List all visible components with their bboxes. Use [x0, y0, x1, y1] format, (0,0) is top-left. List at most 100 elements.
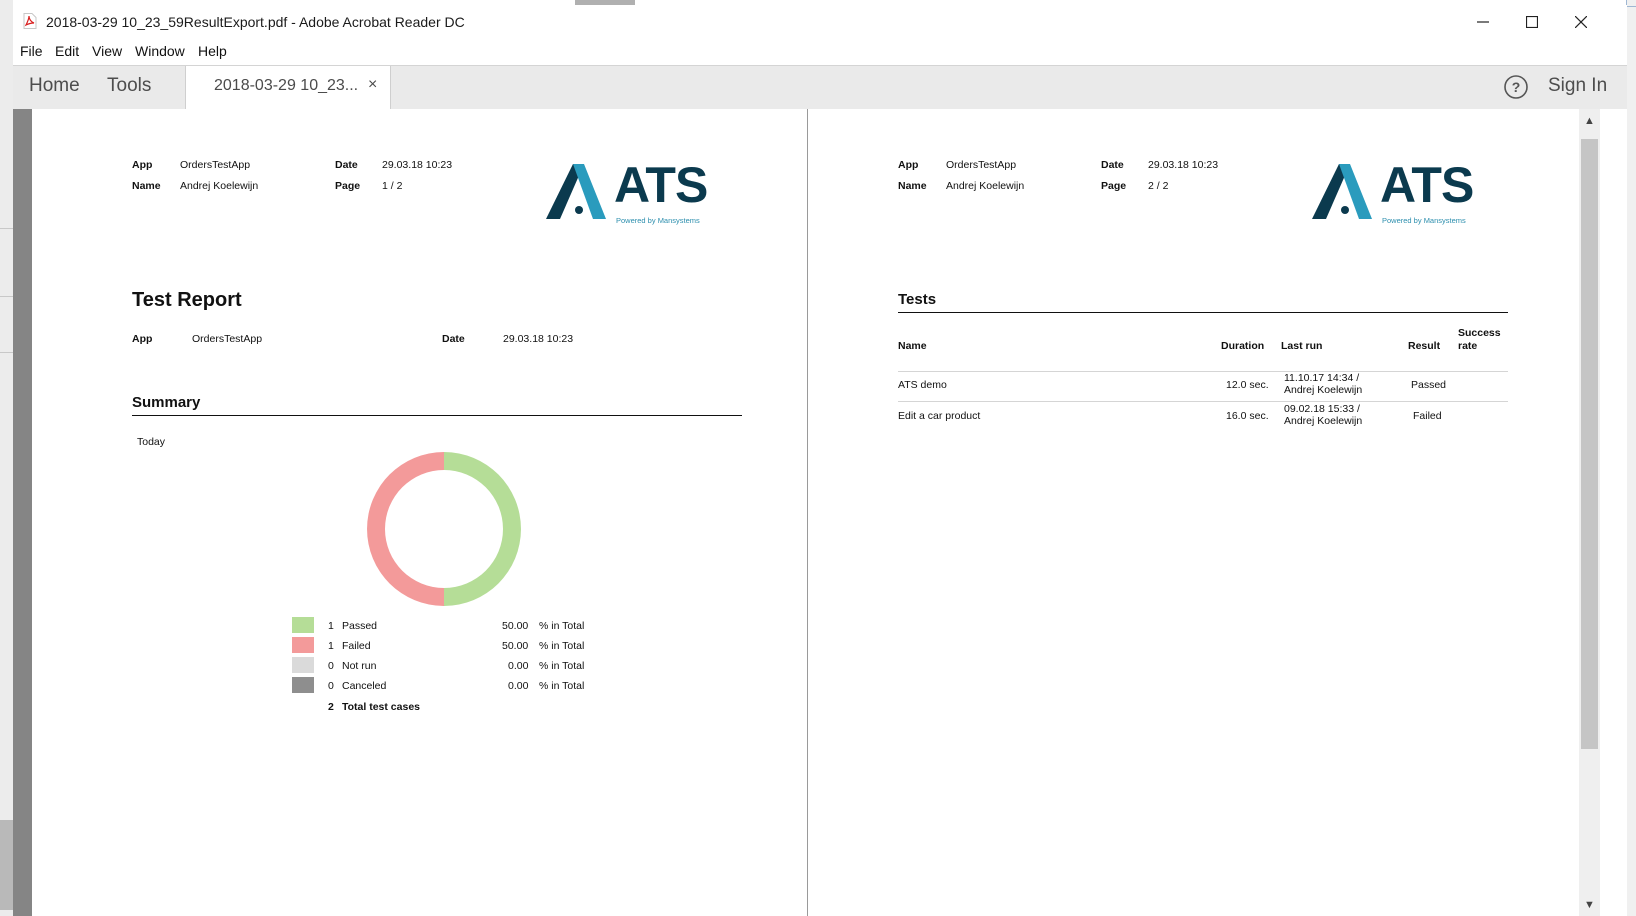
legend-count: 0	[328, 680, 334, 692]
desktop-right-edge	[1626, 0, 1636, 916]
row-last-run-user: Andrej Koelewijn	[1284, 415, 1363, 427]
tab-tools[interactable]: Tools	[107, 75, 151, 97]
summary-today: Today	[137, 436, 166, 448]
tab-home[interactable]: Home	[29, 75, 80, 97]
total-count: 2	[328, 701, 334, 713]
legend-suffix: % in Total	[539, 660, 585, 672]
scroll-up-icon[interactable]: ▲	[1579, 115, 1600, 127]
ats-logo: ATS Powered by Mansystems	[1312, 157, 1482, 225]
close-tab-icon[interactable]: ×	[368, 76, 377, 94]
header-app-value: OrdersTestApp	[946, 159, 1017, 171]
result-donut-chart	[367, 452, 521, 606]
header-date-value: 29.03.18 10:23	[1148, 159, 1219, 171]
tab-document[interactable]: 2018-03-29 10_23... ×	[185, 66, 391, 110]
legend-label: Failed	[342, 640, 371, 652]
row-result: Passed	[1411, 379, 1447, 391]
donut-slice-passed	[444, 452, 521, 606]
legend-count: 0	[328, 660, 334, 672]
legend-swatch-failed	[292, 637, 314, 653]
header-page-label: Page	[1101, 180, 1127, 192]
header-page-value: 1 / 2	[382, 180, 403, 192]
menu-edit[interactable]: Edit	[55, 43, 79, 59]
legend-label: Passed	[342, 620, 378, 632]
summary-rule	[132, 415, 742, 416]
minimize-button[interactable]	[1458, 5, 1508, 39]
row-duration: 12.0 sec.	[1226, 379, 1269, 391]
legend-percent: 0.00	[508, 660, 529, 672]
table-row-rule	[898, 401, 1508, 402]
legend-percent: 0.00	[508, 680, 529, 692]
pdf-page-2: App OrdersTestApp Name Andrej Koelewijn …	[808, 109, 1579, 916]
maximize-icon	[1526, 16, 1538, 28]
row-duration: 16.0 sec.	[1226, 410, 1269, 422]
minimize-icon	[1477, 21, 1489, 23]
legend-percent: 50.00	[502, 640, 529, 652]
ats-logo-text: ATS	[614, 157, 708, 213]
window-title: 2018-03-29 10_23_59ResultExport.pdf - Ad…	[46, 14, 465, 30]
col-success-rate: Success	[1458, 327, 1501, 339]
legend-count: 1	[328, 640, 334, 652]
summary-title: Summary	[132, 394, 201, 411]
menu-help[interactable]: Help	[198, 43, 227, 59]
ats-logo: ATS Powered by Mansystems	[546, 157, 716, 225]
total-label: Total test cases	[342, 701, 421, 713]
row-result: Failed	[1413, 410, 1442, 422]
help-icon[interactable]: ?	[1503, 74, 1529, 100]
menu-window[interactable]: Window	[135, 43, 185, 59]
ats-logo-text: ATS	[1380, 157, 1474, 213]
title-bar: 2018-03-29 10_23_59ResultExport.pdf - Ad…	[13, 5, 1627, 39]
close-window-button[interactable]	[1556, 5, 1606, 39]
row-name: Edit a car product	[898, 410, 981, 422]
header-date-value: 29.03.18 10:23	[382, 159, 453, 171]
ats-logo-tagline: Powered by Mansystems	[1382, 216, 1466, 225]
info-app-value: OrdersTestApp	[192, 333, 263, 345]
header-date-label: Date	[1101, 159, 1124, 171]
sign-in-button[interactable]: Sign In	[1548, 75, 1607, 97]
header-app-value: OrdersTestApp	[180, 159, 251, 171]
desktop-left-edge	[0, 0, 13, 916]
header-page-value: 2 / 2	[1148, 180, 1169, 192]
col-name: Name	[898, 340, 927, 352]
col-success-rate-2: rate	[1458, 340, 1478, 352]
report-title: Test Report	[132, 289, 242, 311]
close-icon	[1575, 16, 1587, 28]
scrollbar-thumb[interactable]	[1581, 139, 1598, 749]
document-viewer: App OrdersTestApp Name Andrej Koelewijn …	[13, 109, 1627, 916]
header-name-label: Name	[898, 180, 927, 192]
legend-count: 1	[328, 620, 334, 632]
menu-file[interactable]: File	[20, 43, 43, 59]
pdf-file-icon	[23, 13, 37, 29]
tests-title: Tests	[898, 291, 937, 308]
row-last-run-user: Andrej Koelewijn	[1284, 384, 1363, 396]
maximize-button[interactable]	[1507, 5, 1557, 39]
legend-label: Not run	[342, 660, 377, 672]
viewer-right-margin	[1600, 109, 1627, 916]
info-date-value: 29.03.18 10:23	[503, 333, 574, 345]
svg-text:?: ?	[1512, 79, 1521, 95]
ats-logo-mark	[546, 164, 606, 219]
menu-view[interactable]: View	[92, 43, 122, 59]
header-name-value: Andrej Koelewijn	[180, 180, 259, 192]
info-date-label: Date	[442, 333, 465, 345]
row-last-run: 09.02.18 15:33 /	[1284, 403, 1360, 415]
pdf-page-1: App OrdersTestApp Name Andrej Koelewijn …	[32, 109, 807, 916]
header-name-label: Name	[132, 180, 161, 192]
row-last-run: 11.10.17 14:34 /	[1284, 372, 1360, 384]
menu-bar: File Edit View Window Help	[13, 39, 1627, 65]
col-duration: Duration	[1221, 340, 1265, 352]
col-last-run: Last run	[1281, 340, 1323, 352]
donut-slice-failed	[367, 452, 444, 606]
legend-suffix: % in Total	[539, 640, 585, 652]
header-page-label: Page	[335, 180, 361, 192]
tab-bar: Home Tools 2018-03-29 10_23... × ? Sign …	[13, 65, 1627, 110]
header-app-label: App	[132, 159, 153, 171]
info-app-label: App	[132, 333, 153, 345]
legend-suffix: % in Total	[539, 620, 585, 632]
col-result: Result	[1408, 340, 1441, 352]
vertical-scrollbar[interactable]: ▲ ▼	[1579, 109, 1600, 916]
scroll-down-icon[interactable]: ▼	[1579, 899, 1600, 911]
legend-label: Canceled	[342, 680, 387, 692]
viewer-gutter	[13, 109, 32, 916]
legend-suffix: % in Total	[539, 680, 585, 692]
header-date-label: Date	[335, 159, 358, 171]
